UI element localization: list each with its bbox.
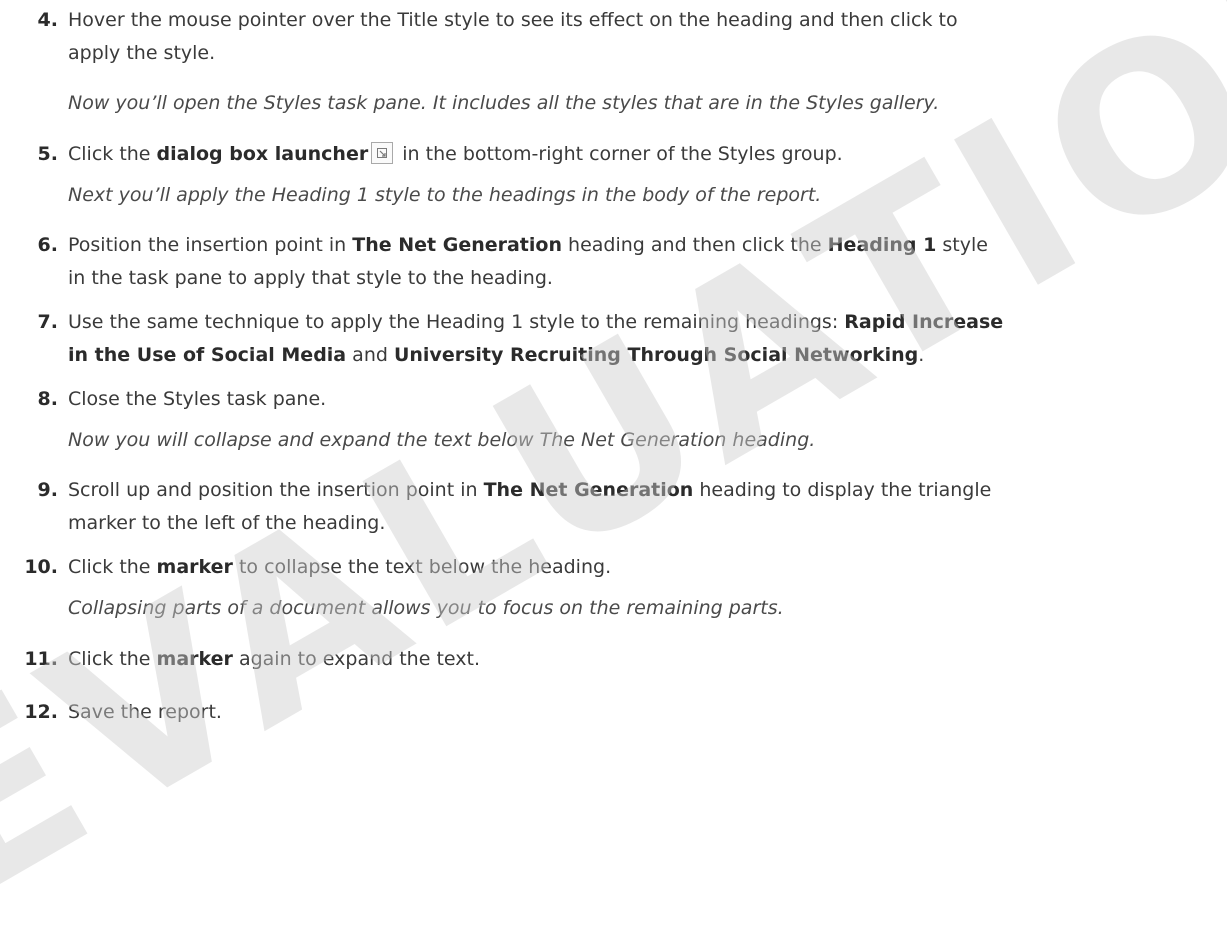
text-run: Click the [68,143,157,165]
step-number: 12. [24,701,58,723]
bold-term: The Net Generation [352,234,562,256]
step-text: Scroll up and position the insertion poi… [68,474,1218,540]
bold-term: dialog box launcher [156,143,369,165]
bold-term: University Recruiting Through Social Net… [393,344,919,366]
step-line: Hover the mouse pointer over the Title s… [68,9,958,31]
italic-note: Now you’ll open the Styles task pane. It… [68,92,940,114]
text-run: in the bottom-right corner of the Styles… [396,143,843,165]
step-number: 8. [37,388,58,410]
step-text: Click the marker again to expand the tex… [68,643,1218,676]
step-number: 5. [37,143,58,165]
bold-term: Rapid Increase [844,311,1004,333]
step-number: 9. [37,479,58,501]
text-run: Use the same technique to apply the Head… [68,311,845,333]
text-run: . [918,344,925,366]
text-run: in the task pane to apply that style to … [68,267,553,289]
document-page: 4. Hover the mouse pointer over the Titl… [0,0,1227,951]
text-run: again to expand the text. [232,648,480,670]
step-number: 6. [37,234,58,256]
step-text: Click the marker to collapse the text be… [68,551,1218,584]
bold-term: marker [156,556,233,578]
dialog-box-launcher-icon [371,142,394,164]
text-run: to collapse the text below the heading. [232,556,612,578]
step-number: 10. [24,556,58,578]
bold-term: in the Use of Social Media [68,344,347,366]
step-text: Click the dialog box launcher in the bot… [68,138,1218,171]
step-number: 11. [24,648,58,670]
bold-term: marker [156,648,233,670]
text-run: heading to display the triangle [693,479,992,501]
text-run: Position the insertion point in [68,234,353,256]
step-text: Hover the mouse pointer over the Title s… [68,4,1218,70]
text-run: Click the [68,556,157,578]
text-run: Click the [68,648,157,670]
text-run: style [936,234,988,256]
italic-note: Now you will collapse and expand the tex… [68,429,816,451]
step-text: Close the Styles task pane. [68,388,327,410]
italic-note: Next you’ll apply the Heading 1 style to… [68,184,822,206]
italic-note: Collapsing parts of a document allows yo… [68,597,784,619]
step-text: Save the report. [68,701,222,723]
text-run: heading and then click the [561,234,828,256]
step-text: Position the insertion point in The Net … [68,229,1218,295]
bold-term: Heading 1 [827,234,937,256]
step-number: 7. [37,311,58,333]
step-number: 4. [37,9,58,31]
step-line: apply the style. [68,42,216,64]
text-run: and [346,344,394,366]
step-text: Use the same technique to apply the Head… [68,306,1218,372]
text-run: marker to the left of the heading. [68,512,386,534]
bold-term: The Net Generation [483,479,694,501]
text-run: Scroll up and position the insertion poi… [68,479,484,501]
